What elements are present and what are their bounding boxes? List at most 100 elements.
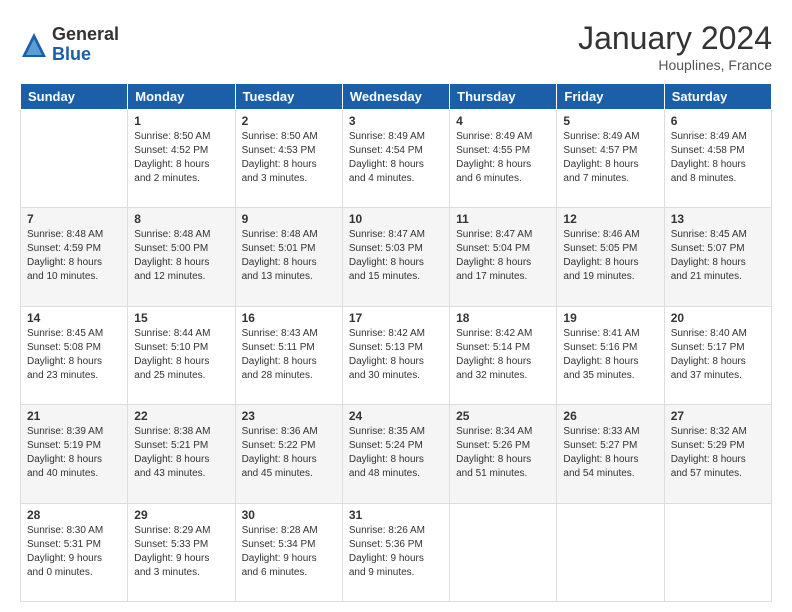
daylight-text: Daylight: 8 hours and 43 minutes. [134,453,228,481]
day-number: 1 [134,114,228,128]
day-cell: 10Sunrise: 8:47 AMSunset: 5:03 PMDayligh… [342,208,449,306]
sunrise-text: Sunrise: 8:49 AM [349,130,443,144]
sunset-text: Sunset: 4:52 PM [134,144,228,158]
col-sunday: Sunday [21,84,128,110]
sunrise-text: Sunrise: 8:45 AM [671,228,765,242]
sunrise-text: Sunrise: 8:41 AM [563,327,657,341]
day-info: Sunrise: 8:45 AMSunset: 5:08 PMDaylight:… [27,327,121,383]
week-row-1: 1Sunrise: 8:50 AMSunset: 4:52 PMDaylight… [21,110,772,208]
day-number: 24 [349,409,443,423]
sunrise-text: Sunrise: 8:35 AM [349,425,443,439]
sunset-text: Sunset: 5:34 PM [242,538,336,552]
col-wednesday: Wednesday [342,84,449,110]
day-number: 13 [671,212,765,226]
sunset-text: Sunset: 5:01 PM [242,242,336,256]
week-row-3: 14 Sunrise: 8:45 AMSunset: 5:08 PMDayligh… [21,306,772,404]
day-cell: 20Sunrise: 8:40 AMSunset: 5:17 PMDayligh… [664,306,771,404]
day-info: Sunrise: 8:29 AMSunset: 5:33 PMDaylight:… [134,524,228,580]
day-cell: 1Sunrise: 8:50 AMSunset: 4:52 PMDaylight… [128,110,235,208]
col-thursday: Thursday [450,84,557,110]
day-number: 27 [671,409,765,423]
sunset-text: Sunset: 5:05 PM [563,242,657,256]
sunset-text: Sunset: 5:14 PM [456,341,550,355]
sunset-text: Sunset: 5:24 PM [349,439,443,453]
day-info: Sunrise: 8:36 AMSunset: 5:22 PMDaylight:… [242,425,336,481]
day-info: Sunrise: 8:40 AMSunset: 5:17 PMDaylight:… [671,327,765,383]
daylight-text: Daylight: 8 hours and 6 minutes. [456,158,550,186]
day-number: 30 [242,508,336,522]
sunrise-text: Sunrise: 8:40 AM [671,327,765,341]
daylight-text: Daylight: 8 hours and 32 minutes. [456,355,550,383]
col-friday: Friday [557,84,664,110]
sunrise-text: Sunrise: 8:29 AM [134,524,228,538]
col-tuesday: Tuesday [235,84,342,110]
sunrise-text: Sunrise: 8:33 AM [563,425,657,439]
sunset-text: Sunset: 5:10 PM [134,341,228,355]
daylight-text: Daylight: 9 hours and 6 minutes. [242,552,336,580]
sunset-text: Sunset: 4:53 PM [242,144,336,158]
day-number: 8 [134,212,228,226]
sunrise-text: Sunrise: 8:49 AM [456,130,550,144]
day-cell: 29 Sunrise: 8:29 AMSunset: 5:33 PMDayligh… [128,503,235,601]
day-info: Sunrise: 8:48 AMSunset: 5:01 PMDaylight:… [242,228,336,284]
sunrise-text: Sunrise: 8:32 AM [671,425,765,439]
day-cell: 26Sunrise: 8:33 AMSunset: 5:27 PMDayligh… [557,405,664,503]
day-cell: 23Sunrise: 8:36 AMSunset: 5:22 PMDayligh… [235,405,342,503]
sunset-text: Sunset: 4:58 PM [671,144,765,158]
sunrise-text: Sunrise: 8:49 AM [671,130,765,144]
day-number: 19 [563,311,657,325]
day-number: 29 [134,508,228,522]
daylight-text: Daylight: 8 hours and 17 minutes. [456,256,550,284]
logo-icon [20,31,48,59]
day-info: Sunrise: 8:41 AMSunset: 5:16 PMDaylight:… [563,327,657,383]
day-cell: 13 Sunrise: 8:45 AMSunset: 5:07 PMDayligh… [664,208,771,306]
daylight-text: Daylight: 8 hours and 4 minutes. [349,158,443,186]
sunrise-text: Sunrise: 8:28 AM [242,524,336,538]
sunrise-text: Sunrise: 8:47 AM [349,228,443,242]
day-number: 17 [349,311,443,325]
sunrise-text: Sunrise: 8:43 AM [242,327,336,341]
day-cell [450,503,557,601]
sunrise-text: Sunrise: 8:42 AM [349,327,443,341]
sunset-text: Sunset: 5:19 PM [27,439,121,453]
sunset-text: Sunset: 5:36 PM [349,538,443,552]
daylight-text: Daylight: 8 hours and 30 minutes. [349,355,443,383]
day-info: Sunrise: 8:44 AMSunset: 5:10 PMDaylight:… [134,327,228,383]
logo-text: General Blue [52,25,119,65]
sunset-text: Sunset: 5:33 PM [134,538,228,552]
daylight-text: Daylight: 8 hours and 48 minutes. [349,453,443,481]
day-number: 10 [349,212,443,226]
location-subtitle: Houplines, France [578,57,772,73]
sunrise-text: Sunrise: 8:47 AM [456,228,550,242]
day-cell: 11Sunrise: 8:47 AMSunset: 5:04 PMDayligh… [450,208,557,306]
sunset-text: Sunset: 5:27 PM [563,439,657,453]
daylight-text: Daylight: 8 hours and 3 minutes. [242,158,336,186]
sunset-text: Sunset: 5:22 PM [242,439,336,453]
daylight-text: Daylight: 8 hours and 7 minutes. [563,158,657,186]
day-info: Sunrise: 8:45 AMSunset: 5:07 PMDaylight:… [671,228,765,284]
day-info: Sunrise: 8:32 AMSunset: 5:29 PMDaylight:… [671,425,765,481]
calendar-header-row: Sunday Monday Tuesday Wednesday Thursday… [21,84,772,110]
day-number: 31 [349,508,443,522]
sunrise-text: Sunrise: 8:36 AM [242,425,336,439]
day-cell: 30 Sunrise: 8:28 AMSunset: 5:34 PMDayligh… [235,503,342,601]
day-number: 14 [27,311,121,325]
day-info: Sunrise: 8:39 AMSunset: 5:19 PMDaylight:… [27,425,121,481]
sunrise-text: Sunrise: 8:44 AM [134,327,228,341]
col-monday: Monday [128,84,235,110]
calendar: Sunday Monday Tuesday Wednesday Thursday… [20,83,772,602]
daylight-text: Daylight: 8 hours and 21 minutes. [671,256,765,284]
sunrise-text: Sunrise: 8:45 AM [27,327,121,341]
day-cell [21,110,128,208]
day-cell [664,503,771,601]
sunset-text: Sunset: 5:29 PM [671,439,765,453]
day-cell: 7Sunrise: 8:48 AMSunset: 4:59 PMDaylight… [21,208,128,306]
day-info: Sunrise: 8:49 AMSunset: 4:54 PMDaylight:… [349,130,443,186]
daylight-text: Daylight: 8 hours and 15 minutes. [349,256,443,284]
sunrise-text: Sunrise: 8:26 AM [349,524,443,538]
day-info: Sunrise: 8:38 AMSunset: 5:21 PMDaylight:… [134,425,228,481]
day-info: Sunrise: 8:46 AMSunset: 5:05 PMDaylight:… [563,228,657,284]
sunrise-text: Sunrise: 8:48 AM [27,228,121,242]
sunset-text: Sunset: 4:54 PM [349,144,443,158]
day-info: Sunrise: 8:26 AMSunset: 5:36 PMDaylight:… [349,524,443,580]
